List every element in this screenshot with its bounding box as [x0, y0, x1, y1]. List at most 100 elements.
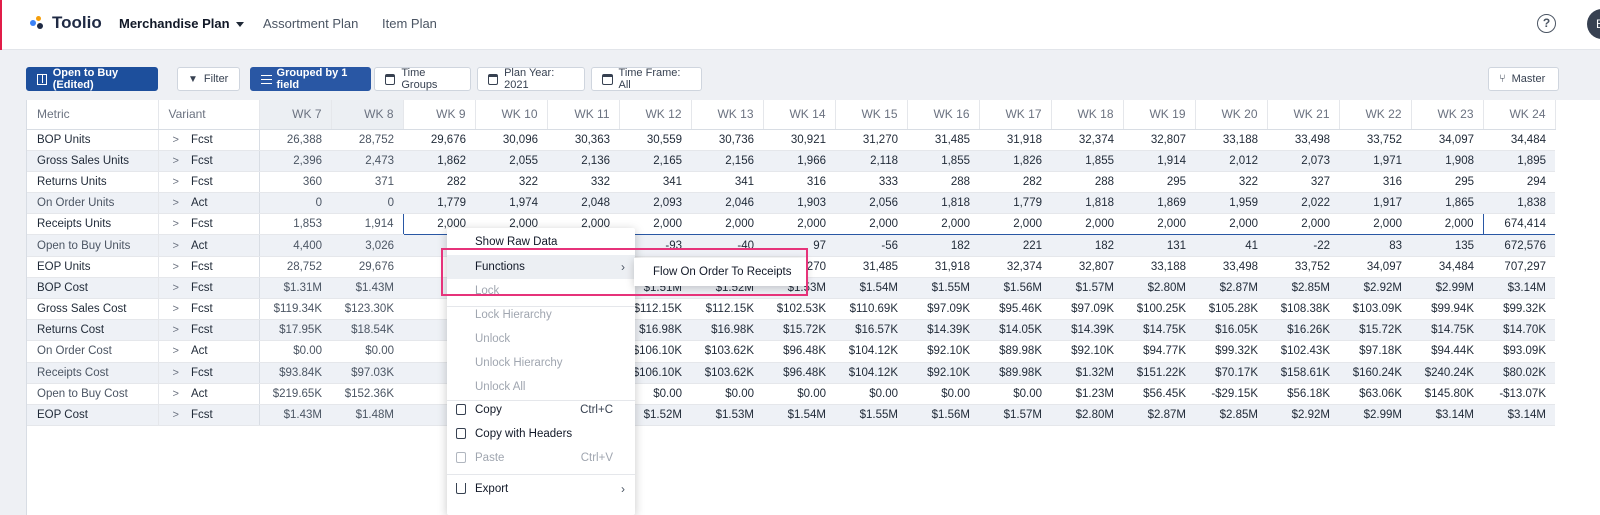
- table-cell[interactable]: $2.87M: [1123, 404, 1195, 427]
- column-header-week[interactable]: WK 19: [1123, 100, 1196, 130]
- table-cell[interactable]: 131: [1123, 234, 1195, 257]
- app-logo[interactable]: Toolio: [30, 13, 102, 33]
- table-cell[interactable]: 1,974: [475, 192, 547, 215]
- table-cell[interactable]: 31,485: [907, 129, 979, 151]
- row-variant-cell[interactable]: > Fcst: [158, 171, 260, 194]
- table-cell[interactable]: $14.39K: [1051, 319, 1123, 342]
- table-cell[interactable]: $93.09K: [1483, 340, 1555, 363]
- table-cell[interactable]: 31,270: [835, 129, 907, 151]
- table-cell[interactable]: -$29.15K: [1195, 383, 1267, 405]
- chevron-right-icon[interactable]: >: [173, 409, 179, 421]
- table-cell[interactable]: $2.80M: [1123, 277, 1195, 300]
- table-cell[interactable]: 360: [259, 171, 331, 194]
- table-cell[interactable]: $103.62K: [691, 340, 763, 363]
- table-cell[interactable]: $3.14M: [1483, 277, 1555, 300]
- table-cell[interactable]: 1,779: [979, 192, 1051, 215]
- table-cell[interactable]: $16.05K: [1195, 319, 1267, 342]
- table-cell[interactable]: 1,826: [979, 150, 1051, 172]
- table-cell[interactable]: 341: [619, 171, 691, 194]
- table-cell[interactable]: $1.56M: [979, 277, 1051, 300]
- table-cell[interactable]: $89.98K: [979, 362, 1051, 384]
- table-cell[interactable]: 1,895: [1483, 150, 1555, 172]
- column-header-metric[interactable]: Metric: [27, 100, 159, 130]
- table-cell[interactable]: 322: [1195, 171, 1267, 194]
- table-cell[interactable]: $56.45K: [1123, 383, 1195, 405]
- group-by-button[interactable]: Grouped by 1 field: [250, 67, 371, 91]
- table-cell[interactable]: 41: [1195, 234, 1267, 257]
- table-cell[interactable]: -56: [835, 234, 907, 257]
- chevron-right-icon[interactable]: >: [173, 303, 179, 315]
- table-cell[interactable]: 2,136: [547, 150, 619, 172]
- table-cell[interactable]: $99.32K: [1483, 298, 1555, 321]
- row-variant-cell[interactable]: > Fcst: [158, 213, 260, 236]
- table-cell[interactable]: 3,026: [331, 234, 403, 257]
- table-cell[interactable]: 2,000: [1411, 213, 1484, 236]
- table-cell[interactable]: 707,297: [1483, 256, 1555, 278]
- table-cell[interactable]: $102.43K: [1267, 340, 1339, 363]
- table-cell[interactable]: $1.53M: [691, 404, 763, 427]
- table-cell[interactable]: $1.54M: [835, 277, 907, 300]
- table-cell[interactable]: 0: [259, 192, 331, 215]
- chevron-right-icon[interactable]: >: [173, 345, 179, 357]
- table-cell[interactable]: 1,959: [1195, 192, 1267, 215]
- table-cell[interactable]: $119.34K: [259, 298, 331, 321]
- column-header-week[interactable]: WK 18: [1051, 100, 1124, 130]
- table-cell[interactable]: 2,000: [979, 213, 1051, 236]
- view-selector-button[interactable]: Open to Buy (Edited): [26, 67, 158, 91]
- table-cell[interactable]: 34,097: [1411, 129, 1483, 151]
- table-cell[interactable]: 1,853: [259, 213, 331, 236]
- table-cell[interactable]: $94.44K: [1411, 340, 1483, 363]
- table-cell[interactable]: $92.10K: [907, 362, 979, 384]
- table-cell[interactable]: $1.32M: [1051, 362, 1123, 384]
- chevron-right-icon[interactable]: >: [173, 218, 179, 230]
- table-cell[interactable]: 0: [331, 192, 403, 215]
- table-cell[interactable]: $0.00: [259, 340, 331, 363]
- column-header-week[interactable]: WK 10: [475, 100, 548, 130]
- menu-copy-with-headers[interactable]: Copy with Headers: [447, 422, 635, 446]
- table-cell[interactable]: $152.36K: [331, 383, 403, 405]
- table-cell[interactable]: 2,000: [1339, 213, 1411, 236]
- table-cell[interactable]: 34,484: [1411, 256, 1483, 278]
- table-cell[interactable]: 2,073: [1267, 150, 1339, 172]
- table-cell[interactable]: 33,498: [1195, 256, 1267, 278]
- column-header-week[interactable]: WK 22: [1339, 100, 1412, 130]
- table-cell[interactable]: 1,855: [907, 150, 979, 172]
- chevron-right-icon[interactable]: >: [173, 367, 179, 379]
- table-cell[interactable]: 1,865: [1411, 192, 1483, 215]
- table-cell[interactable]: 30,559: [619, 129, 691, 151]
- table-cell[interactable]: $1.54M: [763, 404, 835, 427]
- table-cell[interactable]: 2,000: [1123, 213, 1195, 236]
- table-cell[interactable]: 294: [1483, 171, 1555, 194]
- table-row[interactable]: Gross Sales Cost > Fcst $119.34K$123.30K $95…: [27, 298, 1555, 321]
- row-variant-cell[interactable]: > Fcst: [158, 298, 260, 321]
- table-cell[interactable]: 2,000: [835, 213, 907, 236]
- table-cell[interactable]: 341: [691, 171, 763, 194]
- table-cell[interactable]: 2,055: [475, 150, 547, 172]
- table-cell[interactable]: $99.32K: [1195, 340, 1267, 363]
- column-header-week[interactable]: WK 24: [1483, 100, 1556, 130]
- table-cell[interactable]: $2.87M: [1195, 277, 1267, 300]
- table-cell[interactable]: 2,000: [1195, 213, 1267, 236]
- table-cell[interactable]: 1,855: [1051, 150, 1123, 172]
- column-header-week[interactable]: WK 12: [619, 100, 692, 130]
- table-cell[interactable]: $97.03K: [331, 362, 403, 384]
- table-cell[interactable]: $0.00: [907, 383, 979, 405]
- table-cell[interactable]: 1,903: [763, 192, 835, 215]
- table-cell[interactable]: $100.25K: [1123, 298, 1195, 321]
- row-variant-cell[interactable]: > Fcst: [158, 129, 260, 151]
- table-cell[interactable]: $70.17K: [1195, 362, 1267, 384]
- table-cell[interactable]: 30,363: [547, 129, 619, 151]
- table-row[interactable]: BOP Units > Fcst 26,388 28,752 29,676 30,096 30…: [27, 129, 1555, 151]
- table-cell[interactable]: $15.72K: [1339, 319, 1411, 342]
- table-cell[interactable]: $14.75K: [1123, 319, 1195, 342]
- table-cell[interactable]: $2.99M: [1339, 404, 1411, 427]
- table-cell[interactable]: $103.09K: [1339, 298, 1411, 321]
- table-cell[interactable]: 26,388: [259, 129, 331, 151]
- table-cell[interactable]: $14.70K: [1483, 319, 1555, 342]
- table-cell[interactable]: 30,096: [475, 129, 547, 151]
- table-row[interactable]: Open to Buy Cost>Act$219.65K$152.36K$0$0…: [27, 383, 1555, 405]
- table-cell[interactable]: 32,374: [1051, 129, 1123, 151]
- table-cell[interactable]: 316: [763, 171, 835, 194]
- table-cell[interactable]: 29,676: [331, 256, 403, 278]
- filter-button[interactable]: ▼ Filter: [177, 67, 240, 91]
